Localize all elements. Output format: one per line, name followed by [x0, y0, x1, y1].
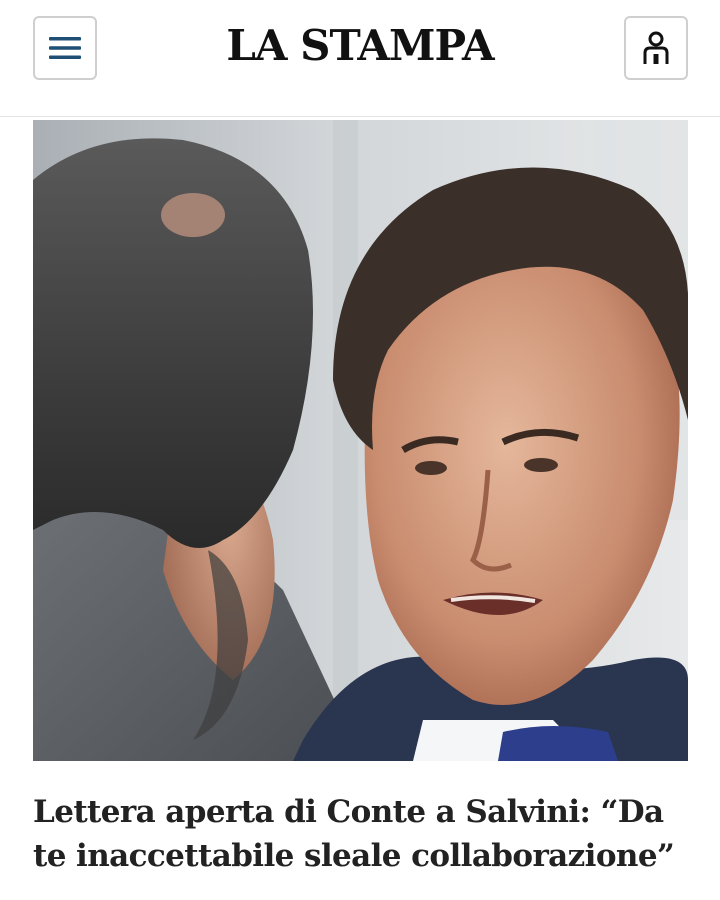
top-header: LA STAMPA — [0, 0, 720, 117]
user-account-button[interactable] — [624, 16, 688, 80]
article-headline[interactable]: Lettera aperta di Conte a Salvini: “Da t… — [33, 790, 693, 878]
photo-illustration — [33, 120, 688, 761]
user-account-icon — [643, 31, 669, 64]
site-logo[interactable]: LA STAMPA — [0, 18, 720, 74]
article-photo[interactable] — [33, 120, 688, 761]
